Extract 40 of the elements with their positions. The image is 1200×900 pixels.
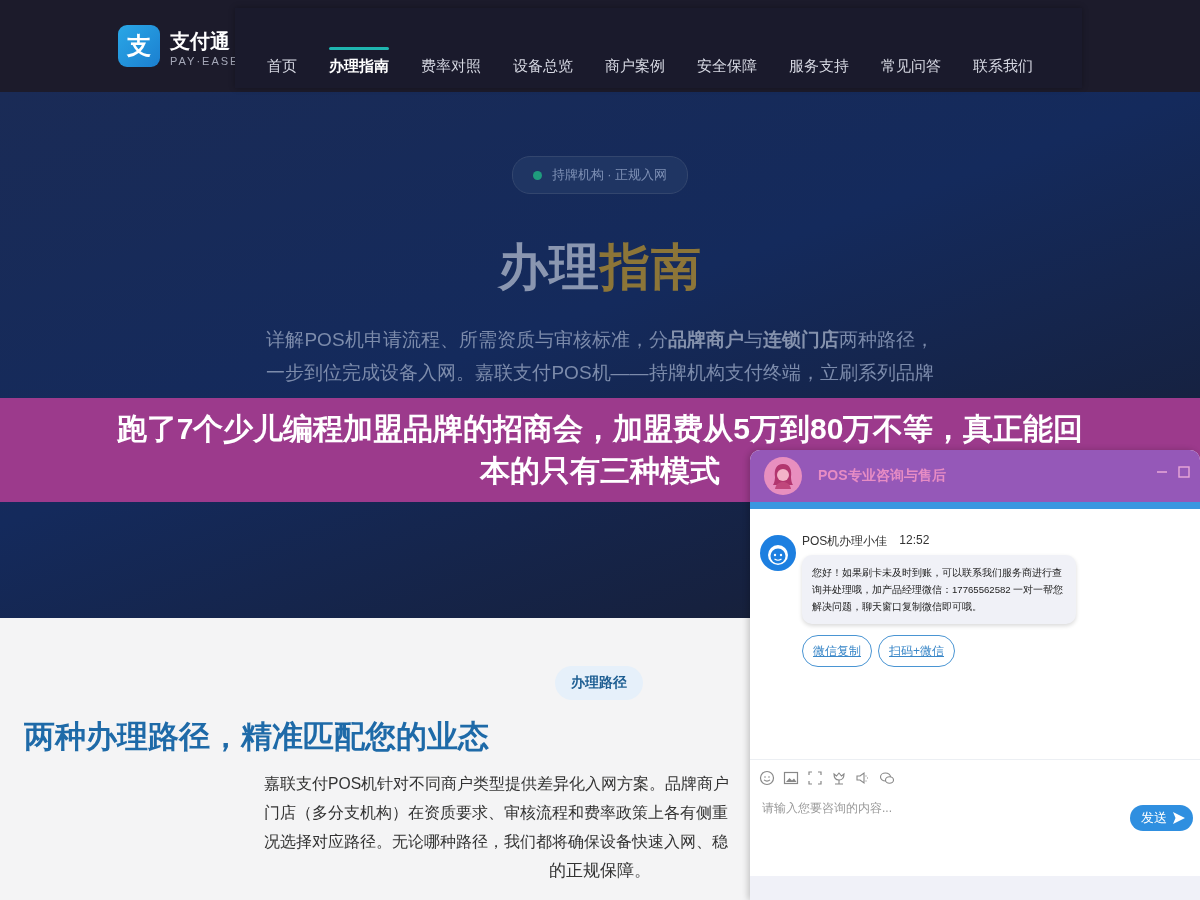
- nav-item[interactable]: 首页: [253, 47, 311, 88]
- banner-headline: 跑了7个少儿编程加盟品牌的招商会，加盟费从5万到80万不等，真正能回: [116, 411, 1084, 447]
- quick-reply-button[interactable]: 微信复制: [802, 635, 872, 667]
- agent-name: POS机办理小佳: [802, 533, 888, 550]
- nav-item[interactable]: 设备总览: [499, 47, 587, 88]
- nav-item[interactable]: 安全保障: [683, 47, 771, 88]
- nav-item[interactable]: 常见问答: [867, 47, 955, 88]
- nav-item[interactable]: 联系我们: [959, 47, 1047, 88]
- avatar-icon: [764, 457, 802, 495]
- screenshot-icon[interactable]: [807, 770, 823, 786]
- brand-name: 支付通: [170, 29, 230, 54]
- agent-avatar-icon: [760, 535, 796, 571]
- chat-bubbles-icon[interactable]: [879, 770, 895, 786]
- quick-reply-button[interactable]: 扫码+微信: [878, 635, 955, 667]
- section-text: 门店（多分支机构）在资质要求、审核流程和费率政策上各有侧重: [264, 803, 728, 823]
- hero-title: 办理指南: [498, 238, 702, 297]
- badge-text: 持牌机构 · 正规入网: [551, 166, 668, 184]
- send-icon: [1172, 811, 1186, 825]
- flower-icon[interactable]: [831, 770, 847, 786]
- nav-item[interactable]: 办理指南: [315, 47, 403, 88]
- banner-headline: 本的只有三种模式: [480, 453, 720, 489]
- message-time: 12:52: [899, 533, 930, 549]
- hero-intro: 详解POS机申请流程、所需资质与审核标准，分品牌商户与连锁门店两种路径，一步到位完成设备入网。嘉联支付POS机——持牌机构支付终端，立刷系列品牌: [265, 328, 935, 385]
- image-icon[interactable]: [783, 770, 799, 786]
- message-bubble: 您好！如果刷卡未及时到账，可以联系我们服务商进行查询并处理哦，加产品经理微信：17765562582 一对一帮您解决问题，聊天窗口复制微信即可哦。: [802, 555, 1076, 624]
- section-heading: 两种办理路径，精准匹配您的业态: [24, 718, 489, 756]
- section-text: 的正规保障。: [549, 860, 651, 881]
- logo-icon: 支: [118, 25, 160, 67]
- section-text: 嘉联支付POS机针对不同商户类型提供差异化入网方案。品牌商户: [264, 774, 730, 794]
- status-dot-icon: [532, 170, 542, 180]
- nav-item[interactable]: 商户案例: [591, 47, 679, 88]
- message-input[interactable]: 请输入您要咨询的内容...: [760, 800, 1064, 816]
- nav-item[interactable]: 费率对照: [407, 47, 495, 88]
- section-tag: 办理路径: [555, 666, 643, 700]
- chat-title: POS专业咨询与售后: [818, 467, 946, 485]
- nav-item[interactable]: 服务支持: [775, 47, 863, 88]
- speaker-icon[interactable]: [855, 770, 871, 786]
- section-text: 况选择对应路径。无论哪种路径，我们都将确保设备快速入网、稳: [264, 832, 728, 852]
- brand-tagline: PAY·EASE: [170, 55, 240, 67]
- emoji-icon[interactable]: [759, 770, 775, 786]
